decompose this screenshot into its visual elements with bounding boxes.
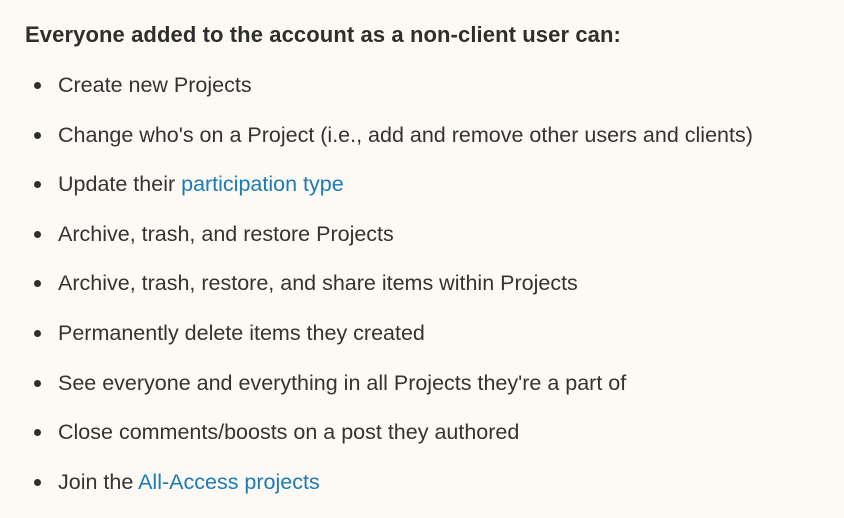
list-item: Close comments/boosts on a post they aut…: [25, 419, 844, 469]
list-item: Change who's on a Project (i.e., add and…: [25, 122, 844, 172]
list-item-text: Permanently delete items they created: [58, 320, 425, 345]
list-item: Update their participation type: [25, 171, 844, 221]
bullet-icon: [34, 478, 41, 486]
list-item-text: Archive, trash, and restore Projects: [58, 221, 394, 246]
bullet-icon: [34, 82, 41, 89]
bullet-icon: [34, 379, 41, 387]
participation-type-link[interactable]: participation type: [181, 172, 344, 196]
bullet-icon: [34, 230, 41, 238]
list-item-text: See everyone and everything in all Proje…: [58, 370, 627, 395]
bullet-icon: [34, 131, 41, 139]
list-item-text: Archive, trash, restore, and share items…: [58, 271, 578, 296]
list-item: Archive, trash, and restore Projects: [25, 221, 844, 271]
bullet-icon: [34, 429, 41, 437]
list-item-text: Change who's on a Project (i.e., add and…: [58, 122, 753, 147]
bullet-icon: [34, 181, 41, 189]
list-item-text: Create new Projects: [58, 73, 252, 97]
permissions-panel: Everyone added to the account as a non-c…: [0, 0, 844, 515]
list-item: Join the All-Access projects: [25, 469, 844, 518]
bullet-icon: [34, 280, 41, 288]
bullet-icon: [34, 329, 41, 337]
permissions-list: Create new Projects Change who's on a Pr…: [25, 72, 844, 518]
list-item: Create new Projects: [25, 72, 844, 122]
list-item-text: Update their: [58, 172, 182, 197]
section-heading: Everyone added to the account as a non-c…: [25, 22, 621, 47]
all-access-projects-link[interactable]: All-Access projects: [138, 470, 320, 494]
list-item: Permanently delete items they created: [25, 320, 844, 370]
list-item-text: Join the: [58, 469, 139, 494]
list-item: Archive, trash, restore, and share items…: [25, 270, 844, 320]
list-item: See everyone and everything in all Proje…: [25, 370, 844, 420]
list-item-text: Close comments/boosts on a post they aut…: [58, 420, 520, 445]
